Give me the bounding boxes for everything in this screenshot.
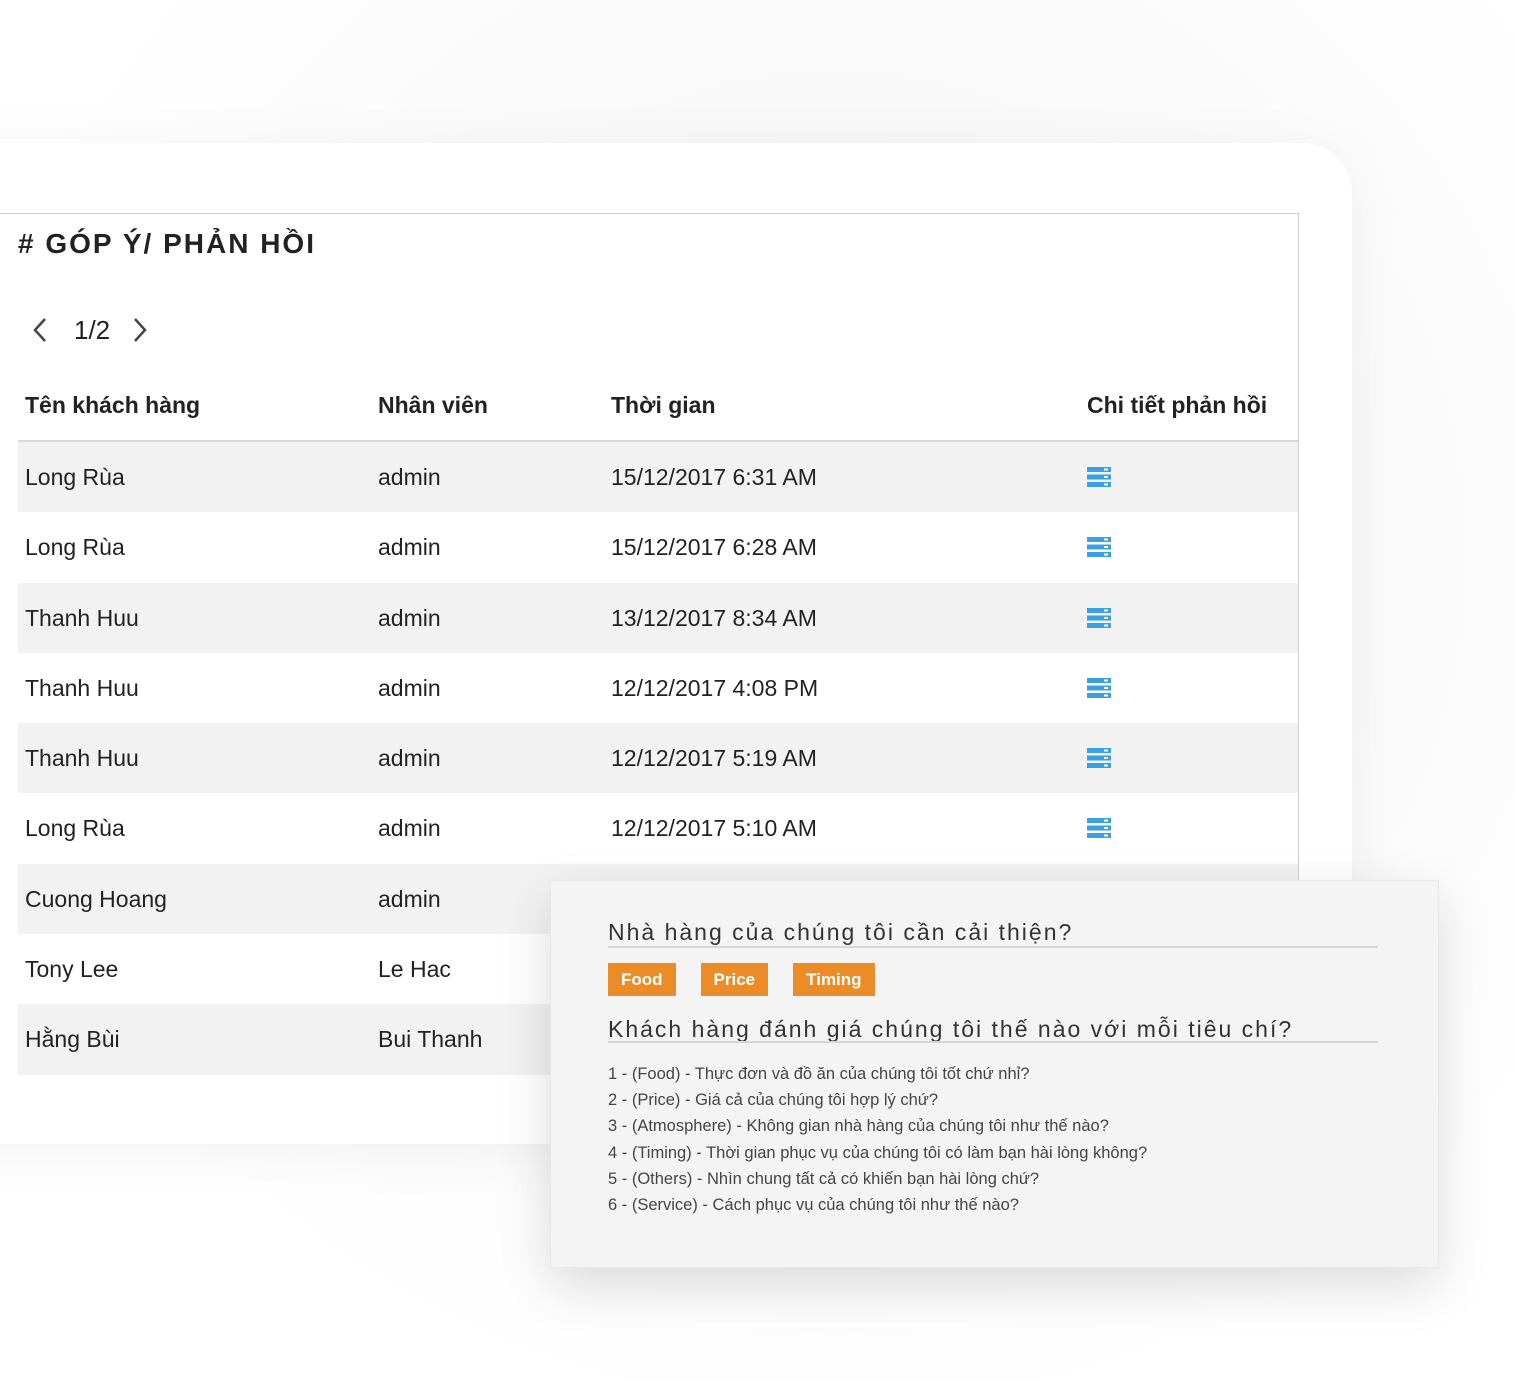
tag-timing: Timing — [793, 963, 875, 996]
criteria-item: 3 - (Atmosphere) - Không gian nhà hàng c… — [608, 1117, 1109, 1136]
improve-question-title: Nhà hàng của chúng tôi cần cải thiện? — [608, 919, 1074, 945]
improvement-tags: Food Price Timing — [608, 963, 900, 996]
customer-cell: Cuong Hoang — [25, 885, 167, 912]
table-row[interactable]: Long Rùa admin 15/12/2017 6:31 AM — [18, 442, 1298, 513]
detail-list-icon[interactable] — [1087, 537, 1111, 558]
time-cell: 12/12/2017 5:10 AM — [611, 815, 817, 842]
staff-cell: admin — [378, 885, 441, 912]
column-header-staff[interactable]: Nhân viên — [378, 370, 488, 440]
time-cell: 12/12/2017 5:19 AM — [611, 745, 817, 772]
detail-list-icon[interactable] — [1087, 607, 1111, 628]
customer-cell: Thanh Huu — [25, 745, 139, 772]
staff-cell: admin — [378, 464, 441, 490]
table-row[interactable]: Thanh Huu admin 12/12/2017 4:08 PM — [18, 652, 1298, 724]
criteria-item: 1 - (Food) - Thực đơn và đồ ăn của chúng… — [608, 1065, 1030, 1083]
staff-cell: admin — [378, 745, 441, 772]
detail-list-icon[interactable] — [1087, 467, 1111, 487]
staff-cell: Le Hac — [378, 956, 451, 983]
customer-cell: Long Rùa — [25, 464, 125, 490]
detail-list-icon[interactable] — [1087, 677, 1111, 698]
tag-food: Food — [608, 963, 676, 996]
customer-cell: Tony Lee — [25, 956, 119, 983]
page-title: # GÓP Ý/ PHẢN HỒI — [18, 228, 316, 259]
detail-list-icon[interactable] — [1087, 818, 1111, 839]
criteria-list: 1 - (Food) - Thực đơn và đồ ăn của chúng… — [608, 1061, 1147, 1218]
chevron-right-icon[interactable] — [128, 312, 152, 348]
column-header-customer[interactable]: Tên khách hàng — [25, 370, 200, 440]
customer-cell: Thanh Huu — [25, 604, 139, 631]
divider — [608, 946, 1378, 948]
criteria-item: 2 - (Price) - Giá cả của chúng tôi hợp l… — [608, 1091, 938, 1110]
time-cell: 12/12/2017 4:08 PM — [611, 674, 819, 701]
time-cell: 15/12/2017 6:28 AM — [611, 534, 817, 561]
time-cell: 13/12/2017 8:34 AM — [611, 604, 817, 631]
detail-list-icon[interactable] — [1087, 748, 1111, 769]
staff-cell: admin — [378, 674, 441, 701]
rating-question-title: Khách hàng đánh giá chúng tôi thế nào vớ… — [608, 1016, 1294, 1042]
pagination: 1/2 — [28, 312, 152, 348]
criteria-item: 6 - (Service) - Cách phục vụ của chúng t… — [608, 1196, 1019, 1215]
staff-cell: admin — [378, 815, 441, 842]
table-row[interactable]: Long Rùa admin 12/12/2017 5:10 AM — [18, 793, 1298, 864]
staff-cell: admin — [378, 604, 441, 631]
table-row[interactable]: Long Rùa admin 15/12/2017 6:28 AM — [18, 512, 1298, 583]
customer-cell: Long Rùa — [25, 815, 125, 842]
divider — [608, 1041, 1378, 1043]
customer-cell: Long Rùa — [25, 534, 125, 561]
tag-price: Price — [700, 963, 769, 996]
table-row[interactable]: Thanh Huu admin 13/12/2017 8:34 AM — [18, 582, 1298, 653]
time-cell: 15/12/2017 6:31 AM — [611, 464, 817, 490]
feedback-detail-popup: Nhà hàng của chúng tôi cần cải thiện? Fo… — [550, 880, 1439, 1268]
staff-cell: Bui Thanh — [378, 1026, 483, 1053]
column-header-detail[interactable]: Chi tiết phản hồi — [1087, 370, 1267, 440]
column-header-time[interactable]: Thời gian — [611, 370, 716, 440]
staff-cell: admin — [378, 534, 441, 561]
table-row[interactable]: Thanh Huu admin 12/12/2017 5:19 AM — [18, 723, 1298, 794]
table-header: Tên khách hàng Nhân viên Thời gian Chi t… — [18, 370, 1298, 442]
customer-cell: Hằng Bùi — [25, 1026, 120, 1053]
criteria-item: 5 - (Others) - Nhìn chung tất cả có khiế… — [608, 1169, 1040, 1188]
chevron-left-icon[interactable] — [28, 312, 52, 348]
customer-cell: Thanh Huu — [25, 674, 139, 701]
page-counter: 1/2 — [74, 314, 111, 345]
criteria-item: 4 - (Timing) - Thời gian phục vụ của chú… — [608, 1143, 1148, 1162]
